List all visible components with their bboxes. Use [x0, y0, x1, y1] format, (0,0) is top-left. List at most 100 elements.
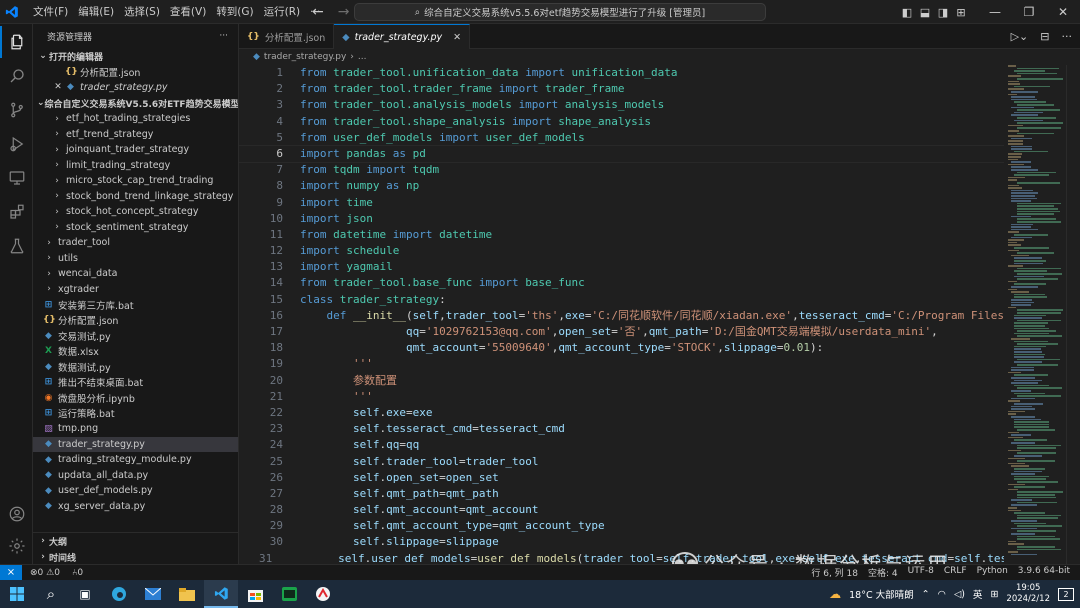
code-line[interactable]: 5 from user_def_models import user_def_mo…	[239, 130, 1080, 146]
minimize-icon[interactable]: —	[978, 5, 1012, 19]
windows-start-icon[interactable]	[0, 580, 34, 608]
code-line[interactable]: 29 self.qmt_account_type=qmt_account_typ…	[239, 518, 1080, 534]
restore-icon[interactable]: ❐	[1012, 5, 1046, 19]
terminal-app-icon[interactable]	[272, 580, 306, 608]
code-line[interactable]: 9 import time	[239, 195, 1080, 211]
file-explorer-icon[interactable]	[170, 580, 204, 608]
file-item[interactable]: {} 分析配置.json	[33, 313, 238, 329]
folder-item[interactable]: › xgtrader	[33, 282, 238, 298]
chevron-up-icon[interactable]: ⌃	[922, 589, 930, 600]
folder-item[interactable]: › stock_bond_trend_linkage_strategy	[33, 189, 238, 205]
remote-explorer-icon[interactable]	[0, 162, 33, 194]
code-line[interactable]: 16 def __init__(self,trader_tool='ths',e…	[239, 308, 1080, 324]
close-tab-icon[interactable]: ✕	[453, 32, 461, 43]
split-editor-icon[interactable]: ⊟	[1040, 30, 1049, 43]
code-line[interactable]: 8 import numpy as np	[239, 178, 1080, 194]
open-editor-item[interactable]: ✕ ◆ trader_strategy.py	[33, 80, 238, 96]
code-line[interactable]: 25 self.trader_tool=trader_tool	[239, 454, 1080, 470]
ime-indicator[interactable]: 英	[973, 587, 983, 601]
more-actions-icon[interactable]: ···	[1062, 30, 1073, 43]
indentation[interactable]: 空格: 4	[868, 566, 898, 579]
open-editor-item[interactable]: {} 分析配置.json	[33, 64, 238, 80]
folder-item[interactable]: › limit_trading_strategy	[33, 158, 238, 174]
weather-text[interactable]: 18°C 大部晴朗	[849, 587, 914, 601]
weather-icon[interactable]: ☁	[829, 587, 841, 601]
code-line[interactable]: 28 self.qmt_account=qmt_account	[239, 502, 1080, 518]
folder-item[interactable]: › wencai_data	[33, 266, 238, 282]
menu-file[interactable]: 文件(F)	[28, 0, 73, 24]
timeline-section[interactable]: › 时间线	[33, 549, 238, 564]
toggle-secondary-sidebar-icon[interactable]: ◨	[934, 6, 952, 19]
folder-item[interactable]: › stock_hot_concept_strategy	[33, 204, 238, 220]
settings-gear-icon[interactable]	[0, 530, 33, 562]
code-line[interactable]: 2 from trader_tool.trader_frame import tr…	[239, 81, 1080, 97]
file-item[interactable]: ◆ user_def_models.py	[33, 483, 238, 499]
code-line[interactable]: 21 '''	[239, 389, 1080, 405]
back-arrow-icon[interactable]: ←	[312, 4, 324, 20]
menu-view[interactable]: 查看(V)	[165, 0, 211, 24]
folder-item[interactable]: › utils	[33, 251, 238, 267]
folder-item[interactable]: › etf_trend_strategy	[33, 127, 238, 143]
code-line[interactable]: 10 import json	[239, 211, 1080, 227]
tab-trader-strategy[interactable]: ◆ trader_strategy.py ✕	[334, 24, 471, 49]
code-line[interactable]: 12 import schedule	[239, 243, 1080, 259]
cursor-position[interactable]: 行 6, 列 18	[811, 566, 858, 579]
code-line[interactable]: 14 from trader_tool.base_func import base…	[239, 275, 1080, 291]
store-icon[interactable]	[238, 580, 272, 608]
run-debug-icon[interactable]	[0, 128, 33, 160]
code-editor[interactable]: 1 from trader_tool.unification_data impor…	[239, 65, 1080, 564]
command-center-search[interactable]: ⌕ 综合自定义交易系统v5.5.6对etf趋势交易模型进行了升级 [管理员]	[354, 3, 766, 21]
close-window-icon[interactable]: ✕	[1046, 5, 1080, 19]
code-line[interactable]: 15 class trader_strategy:	[239, 292, 1080, 308]
code-line[interactable]: 11 from datetime import datetime	[239, 227, 1080, 243]
taskbar-search-icon[interactable]: ⌕	[34, 580, 68, 608]
code-line[interactable]: 13 import yagmail	[239, 259, 1080, 275]
ports-count[interactable]: ⑃0	[72, 568, 83, 578]
code-line[interactable]: 27 self.qmt_path=qmt_path	[239, 486, 1080, 502]
menu-selection[interactable]: 选择(S)	[119, 0, 165, 24]
task-view-icon[interactable]: ▣	[68, 580, 102, 608]
line-ending[interactable]: CRLF	[944, 566, 967, 579]
toggle-panel-icon[interactable]: ⬓	[916, 6, 934, 19]
code-line[interactable]: 24 self.qq=qq	[239, 437, 1080, 453]
folder-item[interactable]: › trader_tool	[33, 235, 238, 251]
close-icon[interactable]: ✕	[51, 82, 65, 92]
vscode-taskbar-icon[interactable]	[204, 580, 238, 608]
volume-icon[interactable]: ◁)	[954, 589, 965, 600]
file-item[interactable]: ◆ 交易测试.py	[33, 328, 238, 344]
code-line[interactable]: 18 qmt_account='55009640',qmt_account_ty…	[239, 340, 1080, 356]
file-item[interactable]: ⊞ 运行策略.bat	[33, 406, 238, 422]
folder-item[interactable]: › etf_hot_trading_strategies	[33, 111, 238, 127]
clock[interactable]: 19:05 2024/2/12	[1006, 583, 1050, 605]
code-line[interactable]: 20 参数配置	[239, 373, 1080, 389]
run-file-icon[interactable]: ▷⌄	[1011, 30, 1029, 43]
file-item[interactable]: ◆ xg_server_data.py	[33, 499, 238, 515]
edge-browser-icon[interactable]	[102, 580, 136, 608]
menu-edit[interactable]: 编辑(E)	[73, 0, 119, 24]
file-item[interactable]: ◆ updata_all_data.py	[33, 468, 238, 484]
search-icon[interactable]	[0, 60, 33, 92]
language-mode[interactable]: Python	[977, 566, 1008, 579]
breadcrumb-file[interactable]: trader_strategy.py	[264, 52, 346, 62]
code-line[interactable]: 6 import pandas as pd	[239, 144, 1080, 164]
file-item[interactable]: ◆ trader_strategy.py	[33, 436, 238, 452]
forward-arrow-icon[interactable]: →	[338, 4, 350, 20]
code-line[interactable]: 3 from trader_tool.analysis_models import…	[239, 97, 1080, 113]
minimap[interactable]	[1004, 65, 1066, 564]
network-icon[interactable]: ◠	[938, 589, 946, 600]
more-actions-icon[interactable]: ···	[219, 31, 228, 41]
remote-indicator-icon[interactable]: ⨯	[0, 564, 22, 581]
file-item[interactable]: ⊞ 安装第三方库.bat	[33, 297, 238, 313]
code-line[interactable]: 17 qq='1029762153@qq.com',open_set='否',q…	[239, 324, 1080, 340]
outline-section[interactable]: › 大纲	[33, 533, 238, 549]
file-item[interactable]: ◆ trading_strategy_module.py	[33, 452, 238, 468]
file-item[interactable]: ◆ 数据测试.py	[33, 359, 238, 375]
folder-item[interactable]: › joinquant_trader_strategy	[33, 142, 238, 158]
explorer-icon[interactable]	[0, 26, 33, 58]
mail-icon[interactable]	[136, 580, 170, 608]
breadcrumb-rest[interactable]: ...	[358, 52, 367, 62]
code-line[interactable]: 31 self.user_def_models=user_def_models(…	[239, 551, 1080, 564]
problems-errors[interactable]: ⊗0 ⚠0	[30, 568, 60, 578]
code-line[interactable]: 26 self.open_set=open_set	[239, 470, 1080, 486]
folder-item[interactable]: › stock_sentiment_strategy	[33, 220, 238, 236]
